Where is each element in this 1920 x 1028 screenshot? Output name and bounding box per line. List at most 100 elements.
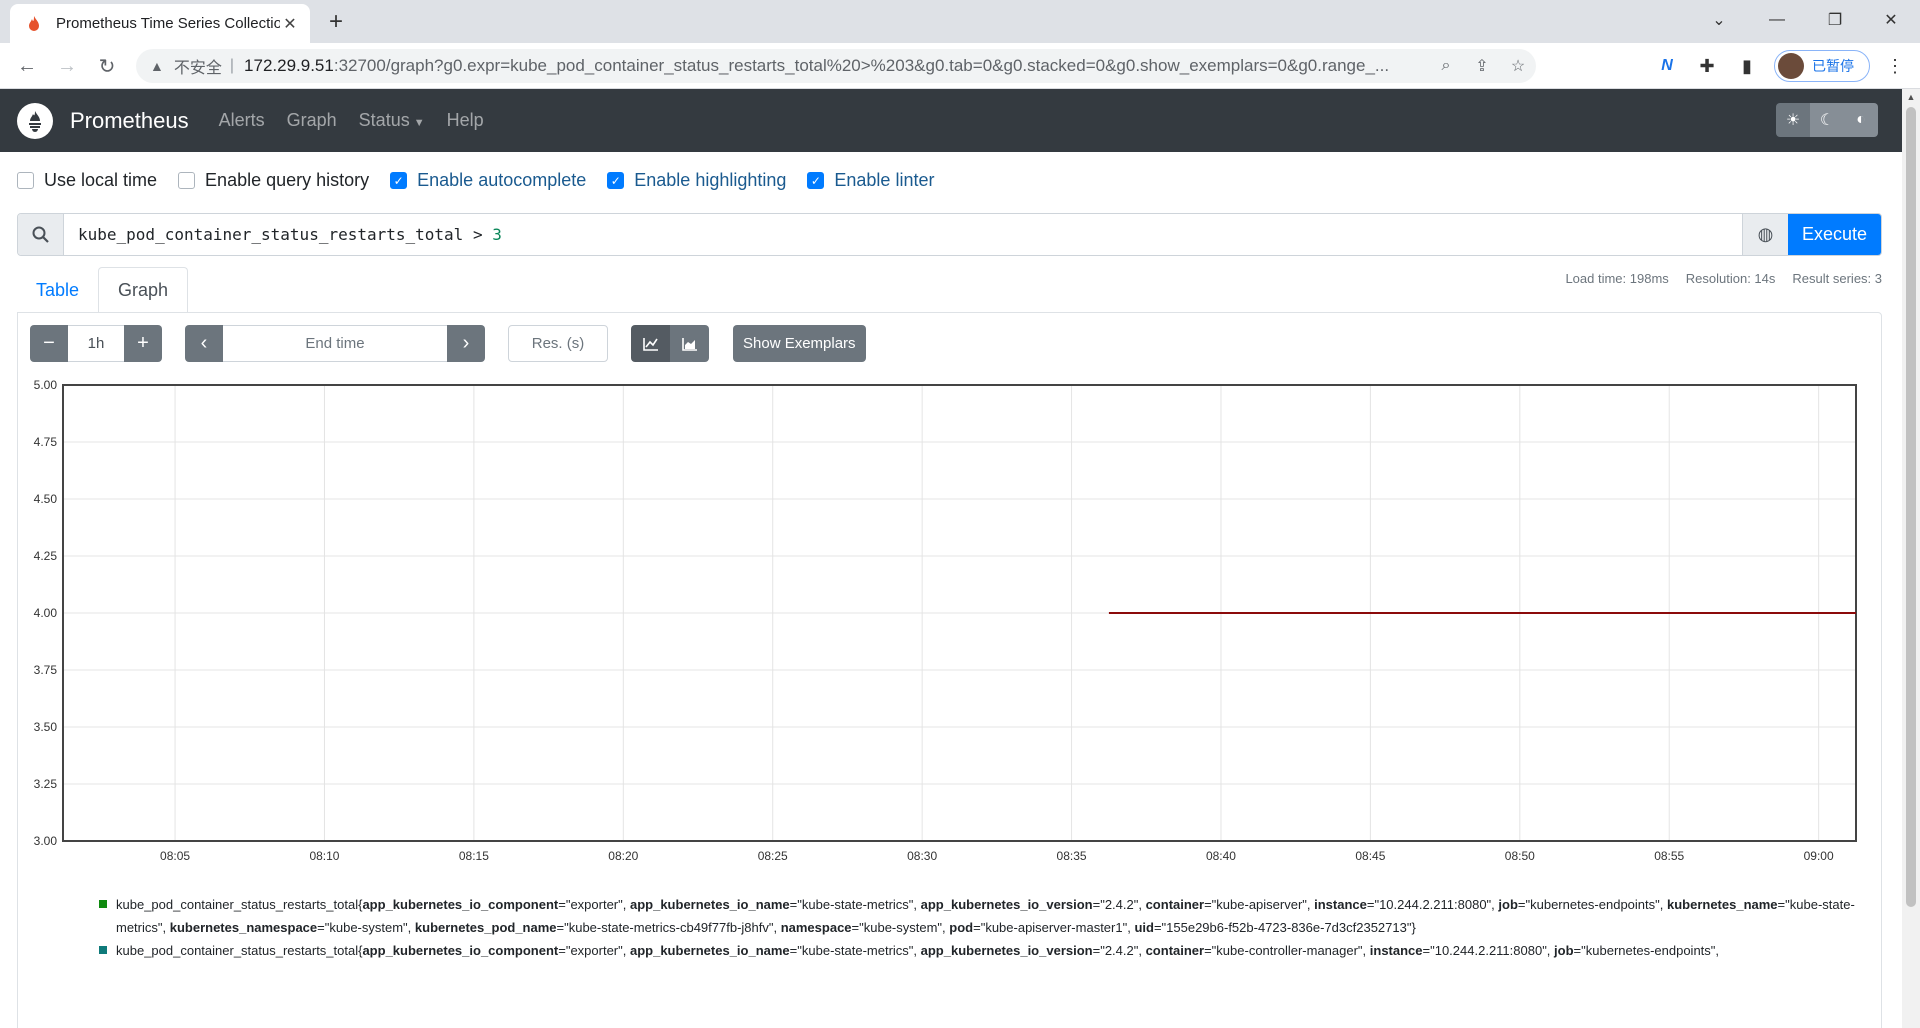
linter-label: Enable linter: [834, 170, 935, 190]
chart-type-toggle: [631, 325, 709, 362]
option-use-local-time[interactable]: Use local time: [17, 170, 157, 191]
metrics-explorer-icon[interactable]: ◍: [1742, 214, 1788, 255]
prometheus-logo-icon[interactable]: [17, 102, 53, 139]
graph-panel: − 1h + ‹ End time › Res. (s) Show Exempl…: [17, 312, 1882, 1028]
use-local-time-checkbox[interactable]: [17, 172, 34, 189]
panel-tabs: Table Graph: [17, 267, 189, 313]
back-icon[interactable]: ←: [12, 51, 42, 81]
page-scrollbar[interactable]: ▲: [1902, 89, 1920, 1028]
autocomplete-label: Enable autocomplete: [417, 170, 587, 190]
url-separator: |: [229, 57, 235, 74]
x-tick-label: 08:55: [1654, 849, 1684, 863]
nav-graph[interactable]: Graph: [287, 110, 337, 131]
nav-alerts[interactable]: Alerts: [219, 110, 265, 131]
legend-swatch: [98, 899, 108, 909]
address-bar[interactable]: ▲ 不安全 | 172.29.9.51:32700/graph?g0.expr=…: [136, 49, 1536, 83]
forward-icon[interactable]: →: [52, 51, 82, 81]
bookmark-star-icon[interactable]: ☆: [1500, 49, 1536, 83]
query-history-label: Enable query history: [205, 170, 370, 190]
side-panel-icon[interactable]: ▮: [1732, 51, 1762, 81]
extensions-puzzle-icon[interactable]: ✚: [1692, 51, 1722, 81]
share-icon[interactable]: ⇪: [1464, 49, 1500, 83]
x-tick-label: 09:00: [1804, 849, 1834, 863]
option-linter[interactable]: ✓ Enable linter: [807, 170, 934, 191]
y-tick-label: 3.75: [34, 663, 58, 677]
tab-table[interactable]: Table: [17, 267, 98, 313]
end-time-input[interactable]: End time: [223, 325, 447, 362]
linter-checkbox[interactable]: ✓: [807, 172, 825, 189]
reload-icon[interactable]: ↻: [92, 51, 122, 81]
highlighting-checkbox[interactable]: ✓: [607, 172, 625, 189]
window-close-icon[interactable]: ✕: [1862, 0, 1920, 40]
resolution-input[interactable]: Res. (s): [508, 325, 608, 362]
option-highlighting[interactable]: ✓ Enable highlighting: [607, 170, 786, 191]
x-tick-label: 08:50: [1505, 849, 1535, 863]
legend-item[interactable]: kube_pod_container_status_restarts_total…: [98, 939, 1858, 962]
query-bar: kube_pod_container_status_restarts_total…: [17, 213, 1882, 256]
scroll-up-icon[interactable]: ▲: [1902, 89, 1920, 105]
scrollbar-thumb[interactable]: [1906, 107, 1916, 907]
x-tick-label: 08:25: [758, 849, 788, 863]
y-tick-label: 3.50: [34, 720, 58, 734]
legend-label: kube_pod_container_status_restarts_total…: [116, 897, 1855, 935]
time-series-chart[interactable]: 5.00 4.75 4.50 4.25 4.00 3.75 3.50 3.25 3.00 08:0…: [18, 373, 1883, 873]
result-series: Result series: 3: [1792, 271, 1882, 286]
light-theme-icon[interactable]: ☀: [1776, 103, 1810, 137]
nav-help[interactable]: Help: [447, 110, 484, 131]
brand-title[interactable]: Prometheus: [70, 108, 189, 134]
zoom-icon[interactable]: ⌕: [1428, 49, 1464, 83]
close-tab-icon[interactable]: ✕: [280, 14, 300, 34]
browser-menu-icon[interactable]: ⋮: [1880, 51, 1910, 81]
legend-swatch: [98, 945, 108, 955]
previous-time-icon[interactable]: ‹: [185, 325, 223, 362]
nav-status[interactable]: Status ▼: [359, 110, 425, 131]
autocomplete-checkbox[interactable]: ✓: [390, 172, 408, 189]
prometheus-favicon-icon: [26, 15, 42, 32]
execute-button[interactable]: Execute: [1788, 214, 1881, 255]
highlighting-label: Enable highlighting: [634, 170, 787, 190]
graph-controls: − 1h + ‹ End time › Res. (s) Show Exempl…: [30, 325, 866, 362]
y-tick-label: 3.00: [34, 834, 58, 848]
browser-toolbar: ← → ↻ ▲ 不安全 | 172.29.9.51:32700/graph?g0…: [0, 43, 1920, 89]
extension-n-icon[interactable]: N: [1652, 51, 1682, 81]
nav-status-label: Status: [358, 110, 410, 130]
auto-theme-icon[interactable]: ◐: [1844, 103, 1878, 137]
y-tick-label: 4.50: [34, 492, 58, 506]
decrease-range-button[interactable]: −: [30, 325, 68, 362]
expr-number: 3: [492, 225, 502, 244]
prometheus-page: Prometheus Alerts Graph Status ▼ Help ☀ ☾…: [0, 89, 1902, 1028]
warning-icon[interactable]: ▲: [150, 58, 164, 74]
stacked-chart-icon[interactable]: [670, 325, 709, 362]
tab-graph[interactable]: Graph: [98, 267, 189, 313]
y-tick-label: 4.75: [34, 435, 58, 449]
legend-item[interactable]: kube_pod_container_status_restarts_total…: [98, 893, 1858, 939]
browser-tab[interactable]: Prometheus Time Series Collection and Pr…: [10, 4, 310, 43]
expression-input[interactable]: kube_pod_container_status_restarts_total…: [64, 214, 1742, 255]
y-tick-label: 5.00: [34, 378, 58, 392]
line-chart-icon[interactable]: [631, 325, 670, 362]
tab-search-icon[interactable]: ⌄: [1690, 0, 1748, 40]
next-time-icon[interactable]: ›: [447, 325, 485, 362]
profile-label: 已暂停: [1812, 58, 1854, 74]
x-tick-label: 08:45: [1355, 849, 1385, 863]
profile-button[interactable]: 已暂停: [1774, 50, 1870, 82]
increase-range-button[interactable]: +: [124, 325, 162, 362]
expr-operator: >: [463, 225, 493, 244]
load-time: Load time: 198ms: [1565, 271, 1669, 286]
minimize-icon[interactable]: —: [1748, 0, 1806, 40]
option-query-history[interactable]: Enable query history: [178, 170, 369, 191]
show-exemplars-button[interactable]: Show Exemplars: [733, 325, 866, 362]
dark-theme-icon[interactable]: ☾: [1810, 103, 1844, 137]
y-tick-label: 4.00: [34, 606, 58, 620]
new-tab-icon[interactable]: +: [322, 8, 350, 36]
x-tick-label: 08:30: [907, 849, 937, 863]
restore-icon[interactable]: ❐: [1806, 0, 1864, 40]
url-text[interactable]: 172.29.9.51:32700/graph?g0.expr=kube_pod…: [244, 56, 1428, 76]
theme-toggle-group: ☀ ☾ ◐: [1776, 103, 1878, 137]
query-history-checkbox[interactable]: [178, 172, 196, 189]
option-autocomplete[interactable]: ✓ Enable autocomplete: [390, 170, 586, 191]
insecure-label: 不安全: [173, 60, 222, 77]
query-options: Use local time Enable query history ✓ En…: [17, 170, 955, 191]
range-input[interactable]: 1h: [68, 325, 124, 362]
x-tick-label: 08:20: [608, 849, 638, 863]
